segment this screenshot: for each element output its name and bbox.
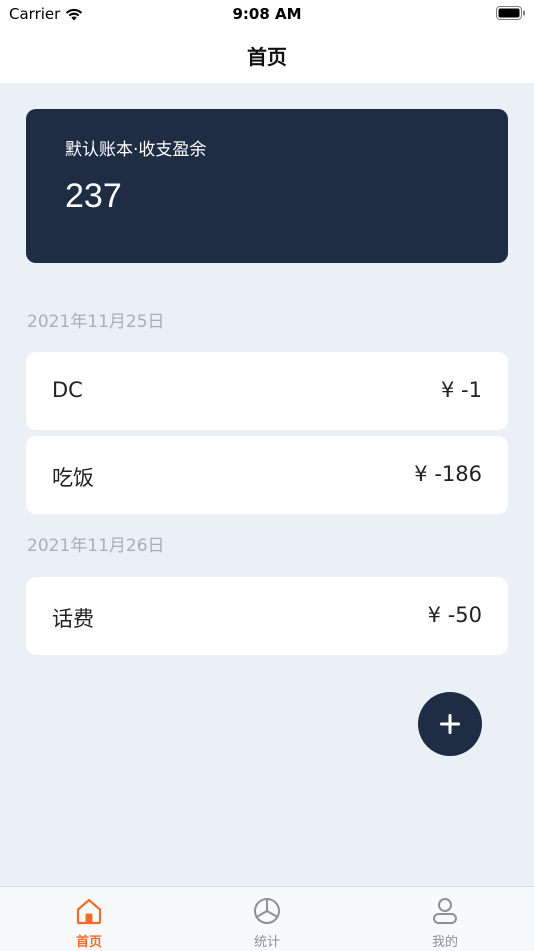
tab-statistics[interactable]: 统计 — [207, 887, 327, 951]
tab-profile[interactable]: 我的 — [385, 887, 505, 951]
page-title: 首页 — [247, 45, 287, 69]
user-icon — [433, 898, 457, 924]
record-row[interactable]: DC ¥ -1 — [26, 352, 508, 430]
date-header: 2021年11月25日 — [27, 312, 165, 332]
date-header: 2021年11月26日 — [27, 536, 165, 556]
record-name: 吃饭 — [52, 466, 94, 490]
home-icon — [76, 898, 102, 925]
summary-value: 237 — [65, 177, 122, 215]
record-name: 话费 — [52, 607, 94, 631]
record-name: DC — [52, 378, 83, 402]
add-record-button[interactable] — [418, 692, 482, 756]
record-amount: ¥ -50 — [427, 603, 482, 627]
status-time: 9:08 AM — [232, 5, 302, 23]
plus-icon — [440, 714, 460, 734]
record-row[interactable]: 话费 ¥ -50 — [26, 577, 508, 655]
record-row[interactable]: 吃饭 ¥ -186 — [26, 436, 508, 514]
balance-summary-card[interactable]: 默认账本·收支盈余 237 — [26, 109, 508, 263]
summary-label: 默认账本·收支盈余 — [65, 140, 207, 160]
status-bar: Carrier 9:08 AM — [0, 0, 534, 28]
tab-label: 统计 — [253, 935, 280, 950]
tab-home[interactable]: 首页 — [29, 887, 149, 951]
battery-icon — [496, 6, 526, 24]
nav-bar: 首页 — [0, 28, 534, 83]
tab-label: 首页 — [75, 935, 102, 950]
pie-chart-icon — [254, 898, 280, 924]
tab-label: 我的 — [431, 935, 458, 950]
tab-bar: 首页 统计 我的 — [0, 886, 534, 951]
record-amount: ¥ -186 — [414, 462, 482, 486]
record-amount: ¥ -1 — [441, 378, 482, 402]
